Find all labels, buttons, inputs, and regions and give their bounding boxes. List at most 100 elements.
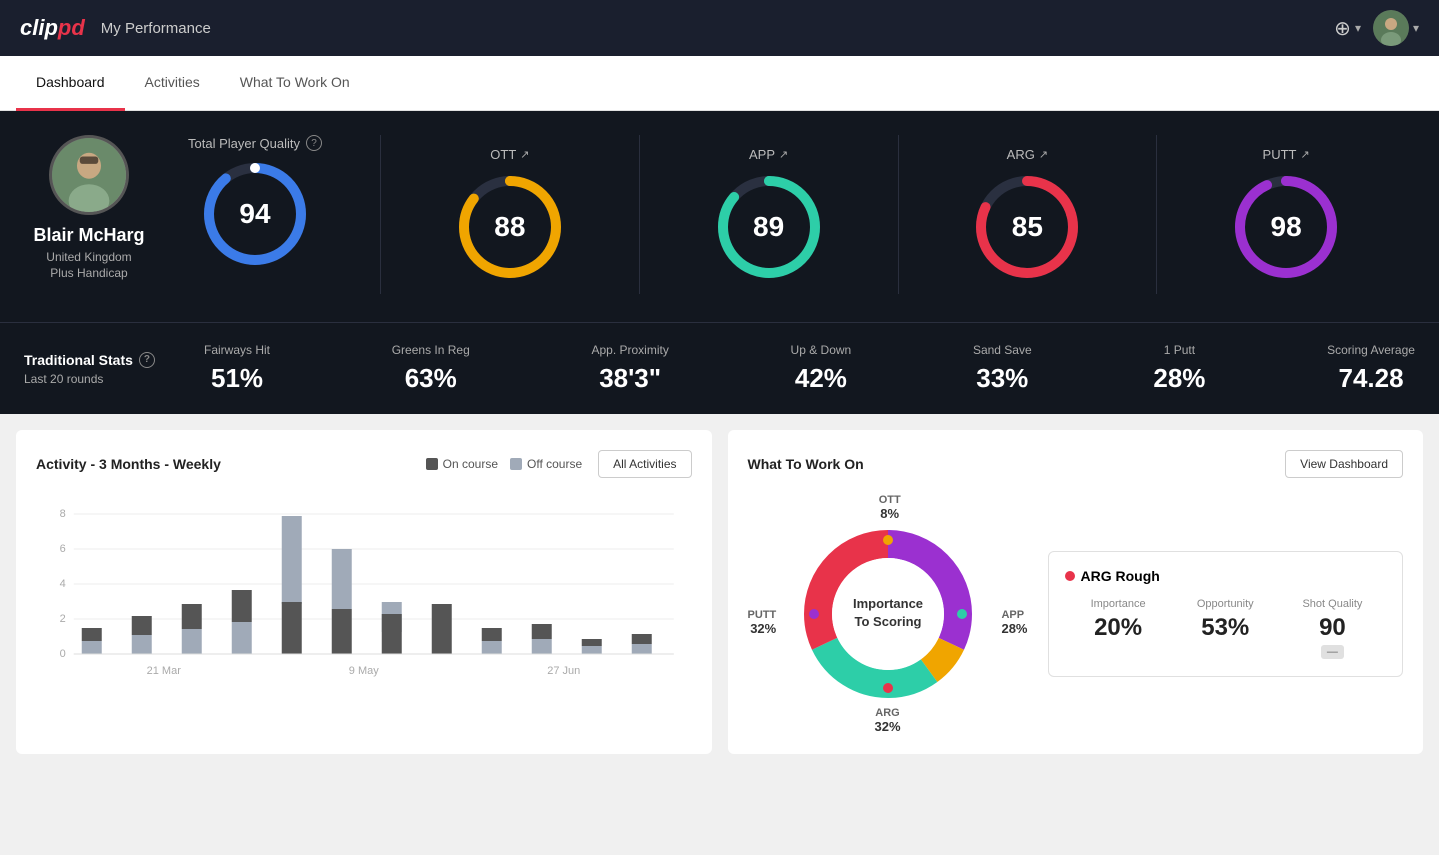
app-trend: ↗ bbox=[779, 148, 788, 161]
donut-label-arg: ARG 32% bbox=[874, 707, 900, 734]
player-handicap: Plus Handicap bbox=[50, 266, 127, 280]
ts-info-icon[interactable]: ? bbox=[139, 352, 155, 368]
putt-value: 98 bbox=[1271, 211, 1302, 243]
ts-sub: Last 20 rounds bbox=[24, 372, 164, 386]
legend-off-dot bbox=[510, 458, 522, 470]
svg-text:Importance: Importance bbox=[852, 596, 922, 611]
info-dot bbox=[1065, 571, 1075, 581]
activity-chart-svg: 8 6 4 2 0 bbox=[36, 494, 692, 694]
ts-stats: Fairways Hit 51% Greens In Reg 63% App. … bbox=[204, 343, 1415, 394]
arg-ring: 85 bbox=[972, 172, 1082, 282]
ts-stat-sandsave: Sand Save 33% bbox=[973, 343, 1032, 394]
activity-card: Activity - 3 Months - Weekly On course O… bbox=[16, 430, 712, 754]
shot-quality-badge: — bbox=[1321, 645, 1344, 659]
header: clippd My Performance ⊕ ▾ ▾ bbox=[0, 0, 1439, 56]
avatar bbox=[1373, 10, 1409, 46]
bottom-section: Activity - 3 Months - Weekly On course O… bbox=[0, 414, 1439, 770]
tpq-label: Total Player Quality ? bbox=[188, 135, 322, 151]
app-value: 89 bbox=[753, 211, 784, 243]
putt-ring: 98 bbox=[1231, 172, 1341, 282]
donut-label-app: APP 28% bbox=[1001, 609, 1027, 636]
tab-dashboard[interactable]: Dashboard bbox=[16, 56, 125, 111]
svg-text:6: 6 bbox=[60, 543, 66, 555]
svg-text:27 Jun: 27 Jun bbox=[547, 665, 580, 677]
ott-value: 88 bbox=[494, 211, 525, 243]
ts-stat-updown: Up & Down 42% bbox=[791, 343, 852, 394]
ts-stat-scoring: Scoring Average 74.28 bbox=[1327, 343, 1415, 394]
arg-value: 85 bbox=[1012, 211, 1043, 243]
chart-legend: On course Off course bbox=[426, 457, 583, 471]
donut-wrapper: Importance To Scoring OTT 8% APP bbox=[748, 494, 1028, 734]
donut-label-putt: PUTT 32% bbox=[748, 609, 777, 636]
wtwo-title: What To Work On bbox=[748, 456, 864, 472]
putt-label: PUTT bbox=[1263, 147, 1297, 162]
donut-label-ott: OTT 8% bbox=[879, 494, 901, 521]
avatar-image bbox=[1373, 10, 1409, 46]
header-left: clippd My Performance bbox=[20, 15, 211, 41]
ott-trend: ↗ bbox=[520, 148, 529, 161]
svg-text:4: 4 bbox=[60, 578, 66, 590]
header-right: ⊕ ▾ ▾ bbox=[1334, 10, 1419, 46]
tabs-nav: Dashboard Activities What To Work On bbox=[0, 56, 1439, 111]
score-item-arg: ARG ↗ 85 bbox=[899, 135, 1158, 294]
info-stat-opportunity: Opportunity 53% bbox=[1172, 598, 1279, 660]
player-row: Blair McHarg United Kingdom Plus Handica… bbox=[24, 135, 1415, 294]
user-avatar-button[interactable]: ▾ bbox=[1373, 10, 1419, 46]
view-dashboard-button[interactable]: View Dashboard bbox=[1285, 450, 1403, 478]
svg-text:To Scoring: To Scoring bbox=[854, 614, 921, 629]
player-name: Blair McHarg bbox=[33, 225, 144, 246]
player-info: Blair McHarg United Kingdom Plus Handica… bbox=[24, 135, 154, 280]
tpq-info-icon[interactable]: ? bbox=[306, 135, 322, 151]
wtwo-header: What To Work On View Dashboard bbox=[748, 450, 1404, 478]
player-avatar-image bbox=[52, 135, 126, 215]
score-item-app: APP ↗ 89 bbox=[640, 135, 899, 294]
activity-header: Activity - 3 Months - Weekly On course O… bbox=[36, 450, 692, 478]
plus-circle-icon: ⊕ bbox=[1334, 16, 1351, 41]
tpq-value: 94 bbox=[239, 198, 270, 230]
svg-text:9 May: 9 May bbox=[349, 665, 379, 677]
ts-stat-oneputt: 1 Putt 28% bbox=[1153, 343, 1205, 394]
tab-activities[interactable]: Activities bbox=[125, 56, 220, 111]
ts-label-text: Traditional Stats bbox=[24, 352, 133, 368]
tpq-wrapper: Total Player Quality ? 94 bbox=[182, 135, 352, 269]
wtwo-card: What To Work On View Dashboard bbox=[728, 430, 1424, 754]
info-stat-shotquality: Shot Quality 90 — bbox=[1279, 598, 1386, 660]
all-activities-button[interactable]: All Activities bbox=[598, 450, 691, 478]
ts-stat-proximity: App. Proximity 38'3" bbox=[591, 343, 668, 394]
info-card-title: ARG Rough bbox=[1065, 568, 1387, 584]
legend-on-course: On course bbox=[426, 457, 498, 471]
tab-what-to-work-on[interactable]: What To Work On bbox=[220, 56, 370, 111]
app-ring: 89 bbox=[714, 172, 824, 282]
svg-text:21 Mar: 21 Mar bbox=[147, 665, 182, 677]
ott-label: OTT bbox=[490, 147, 516, 162]
player-avatar bbox=[49, 135, 129, 215]
app-label: APP bbox=[749, 147, 775, 162]
wtwo-content: Importance To Scoring OTT 8% APP bbox=[748, 494, 1404, 734]
ts-stat-fairways: Fairways Hit 51% bbox=[204, 343, 270, 394]
page-title: My Performance bbox=[101, 20, 211, 37]
putt-trend: ↗ bbox=[1300, 148, 1309, 161]
svg-text:8: 8 bbox=[60, 508, 66, 520]
legend-off-course: Off course bbox=[510, 457, 582, 471]
dashboard-section: Blair McHarg United Kingdom Plus Handica… bbox=[0, 111, 1439, 322]
chart-area: 8 6 4 2 0 bbox=[36, 494, 692, 699]
activity-title: Activity - 3 Months - Weekly bbox=[36, 456, 221, 472]
info-stat-importance: Importance 20% bbox=[1065, 598, 1172, 660]
arg-trend: ↗ bbox=[1039, 148, 1048, 161]
logo: clippd bbox=[20, 15, 85, 41]
legend-on-dot bbox=[426, 458, 438, 470]
score-item-putt: PUTT ↗ 98 bbox=[1157, 135, 1415, 294]
traditional-stats: Traditional Stats ? Last 20 rounds Fairw… bbox=[0, 322, 1439, 414]
add-icon[interactable]: ⊕ ▾ bbox=[1334, 16, 1361, 41]
arg-label: ARG bbox=[1007, 147, 1035, 162]
svg-text:2: 2 bbox=[60, 613, 66, 625]
player-country: United Kingdom bbox=[46, 250, 131, 264]
score-item-ott: OTT ↗ 88 bbox=[381, 135, 640, 294]
info-stats: Importance 20% Opportunity 53% Shot Qual… bbox=[1065, 598, 1387, 660]
svg-text:0: 0 bbox=[60, 648, 66, 660]
scores-container: OTT ↗ 88 APP ↗ bbox=[380, 135, 1415, 294]
ts-stat-greens: Greens In Reg 63% bbox=[392, 343, 470, 394]
tpq-ring: 94 bbox=[200, 159, 310, 269]
ott-ring: 88 bbox=[455, 172, 565, 282]
donut-svg: Importance To Scoring bbox=[778, 504, 998, 724]
